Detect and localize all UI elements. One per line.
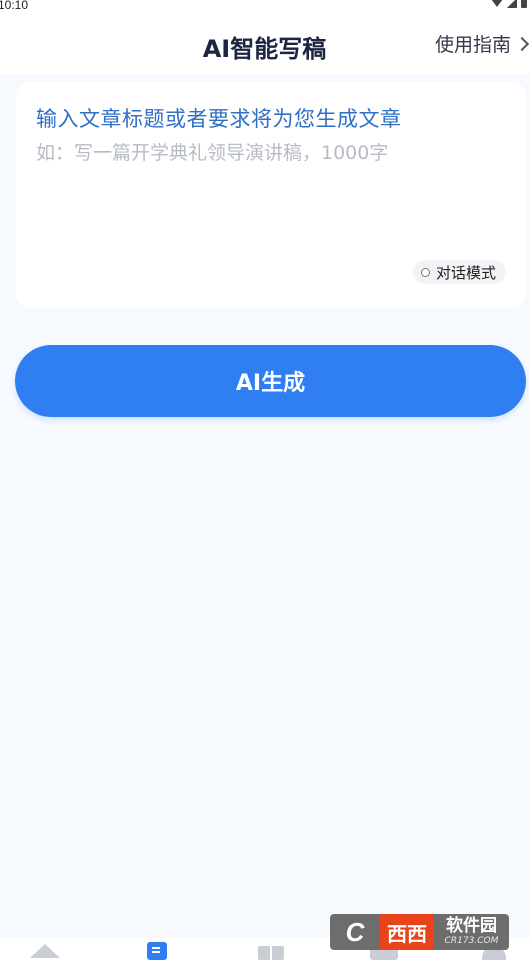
home-icon[interactable] bbox=[30, 944, 60, 958]
guide-link[interactable]: 使用指南 bbox=[434, 30, 529, 57]
battery-icon bbox=[521, 0, 527, 8]
gift-icon[interactable] bbox=[258, 946, 284, 960]
watermark-name: 软件园 bbox=[446, 916, 497, 936]
radio-icon bbox=[420, 267, 430, 277]
wifi-icon bbox=[491, 0, 503, 7]
guide-link-label: 使用指南 bbox=[434, 34, 511, 56]
watermark-red-text: 西西 bbox=[380, 914, 434, 950]
dialog-mode-toggle[interactable]: 对话模式 bbox=[412, 260, 506, 284]
status-icons bbox=[491, 0, 527, 8]
watermark-mark: C bbox=[330, 914, 380, 950]
article-prompt-input[interactable] bbox=[34, 138, 508, 248]
watermark-domain: CR173.COM bbox=[444, 936, 499, 946]
input-card: 输入文章标题或者要求将为您生成文章 对话模式 bbox=[16, 82, 526, 308]
prompt-title: 输入文章标题或者要求将为您生成文章 bbox=[36, 107, 402, 131]
write-icon[interactable] bbox=[147, 942, 167, 960]
chevron-right-icon bbox=[514, 36, 529, 51]
watermark-text-block: 软件园 CR173.COM bbox=[434, 914, 509, 950]
watermark-logo: C 西西 软件园 CR173.COM bbox=[330, 914, 509, 950]
status-time: 10:10 bbox=[0, 0, 29, 12]
ai-generate-button[interactable]: AI生成 bbox=[15, 345, 526, 417]
header: AI智能写稿 使用指南 bbox=[0, 14, 529, 74]
signal-icon bbox=[507, 0, 517, 8]
dialog-mode-label: 对话模式 bbox=[435, 263, 496, 282]
status-bar: 10:10 bbox=[0, 0, 529, 14]
